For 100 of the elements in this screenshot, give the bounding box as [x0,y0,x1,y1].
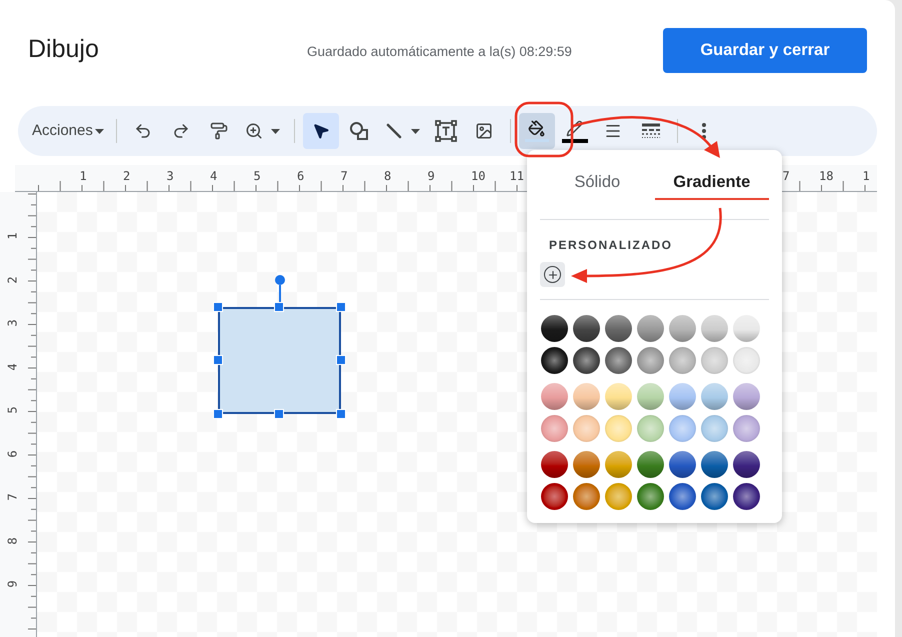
ruler-number: 4 [6,362,19,370]
redo-icon [172,122,190,140]
caret-icon [94,128,104,134]
ruler-number: 7 [782,170,790,182]
paint-roller-icon [210,122,228,140]
gradient-swatch[interactable] [733,315,760,342]
resize-handle[interactable] [336,355,346,365]
ruler-number: 6 [6,450,19,458]
gradient-swatch[interactable] [573,315,600,342]
add-icon [544,266,561,283]
ruler-number: 1 [6,232,19,240]
gradient-swatch[interactable] [637,347,664,374]
image-icon [474,122,493,140]
resize-handle[interactable] [213,409,223,419]
ruler-number: 9 [428,170,435,182]
gradient-swatch[interactable] [573,415,600,442]
gradient-swatch[interactable] [733,383,760,410]
resize-handle[interactable] [213,355,223,365]
gradient-swatch[interactable] [669,451,696,478]
ruler-number: 3 [166,170,174,182]
rectangle-shape[interactable] [218,307,341,414]
gradient-swatch[interactable] [669,315,696,342]
resize-handle[interactable] [274,302,284,312]
gradient-swatch[interactable] [733,451,760,478]
gradient-swatch[interactable] [701,383,728,410]
ruler-number: 10 [471,170,486,182]
gradient-swatch[interactable] [637,383,664,410]
ruler-number: 5 [254,170,261,182]
gradient-swatch[interactable] [605,383,632,410]
save-status: Guardado automáticamente a la(s) 08:29:59 [307,42,572,61]
ruler-number: 18 [819,170,834,182]
undo-icon [134,122,152,140]
fill-color-icon [524,120,549,142]
gradient-swatch[interactable] [541,451,568,478]
ruler-number: 9 [6,580,19,588]
gradient-swatch[interactable] [669,383,696,410]
highlight-outline [514,102,574,158]
gradient-swatch[interactable] [701,347,728,374]
ruler-number: 1 [862,170,870,182]
gradient-swatch[interactable] [605,451,632,478]
popover-tab[interactable]: Sólido [540,150,654,200]
gradient-swatch[interactable] [541,483,568,510]
select-tool-button[interactable] [302,113,339,149]
ruler-number: 1 [80,170,87,182]
ruler-number: 3 [6,319,19,327]
actions-menu[interactable]: Acciones [32,113,108,149]
ruler-number: 2 [123,170,130,182]
gradient-swatch[interactable] [669,415,696,442]
zoom-icon [244,122,263,140]
more-icon [702,123,706,139]
gradient-swatch[interactable] [573,347,600,374]
gradient-swatch[interactable] [637,415,664,442]
ruler-number: 8 [6,536,19,544]
resize-handle[interactable] [274,409,284,419]
gradient-swatch[interactable] [541,415,568,442]
gradient-swatch[interactable] [573,383,600,410]
section-heading: PERSONALIZADO [549,237,674,254]
gradient-swatch[interactable] [541,315,568,342]
gradient-swatch[interactable] [573,483,600,510]
resize-handle[interactable] [336,302,346,312]
ruler-number: 8 [384,170,392,182]
shape-icon [348,121,369,141]
pointer-icon [312,122,330,140]
save-button[interactable]: Guardar y cerrar [663,28,867,72]
line-dash-icon [640,123,661,139]
caret-icon [410,128,420,134]
gradient-swatch[interactable] [701,315,728,342]
gradient-swatch[interactable] [541,383,568,410]
gradient-swatch[interactable] [541,347,568,374]
gradient-swatch[interactable] [701,415,728,442]
ruler-number: 5 [6,406,19,414]
caret-icon [270,128,280,134]
gradient-swatch[interactable] [669,347,696,374]
gradient-swatch[interactable] [637,451,664,478]
gradient-swatch[interactable] [701,451,728,478]
gradient-swatch[interactable] [669,483,696,510]
ruler-number: 2 [6,276,19,284]
gradient-swatch[interactable] [605,315,632,342]
window-title: Dibujo [28,34,100,66]
ruler-number: 4 [210,170,218,182]
fill-color-button[interactable] [518,113,555,149]
ruler-number: 6 [297,170,304,182]
resize-handle[interactable] [213,302,223,312]
gradient-swatch[interactable] [701,483,728,510]
ruler-number: 7 [6,493,19,501]
gradient-swatch[interactable] [637,315,664,342]
text-box-icon [434,120,457,142]
add-custom-button[interactable] [540,262,565,287]
line-icon [384,122,403,140]
gradient-swatch[interactable] [573,451,600,478]
rotate-handle[interactable] [275,275,285,285]
resize-handle[interactable] [336,409,346,419]
gradient-swatch[interactable] [733,347,760,374]
gradient-swatch[interactable] [733,483,760,510]
gradient-swatch[interactable] [637,483,664,510]
gradient-swatch[interactable] [605,483,632,510]
gradient-swatch[interactable] [733,415,760,442]
gradient-swatch[interactable] [605,415,632,442]
gradient-swatch[interactable] [605,347,632,374]
pen-color-icon [562,120,588,142]
